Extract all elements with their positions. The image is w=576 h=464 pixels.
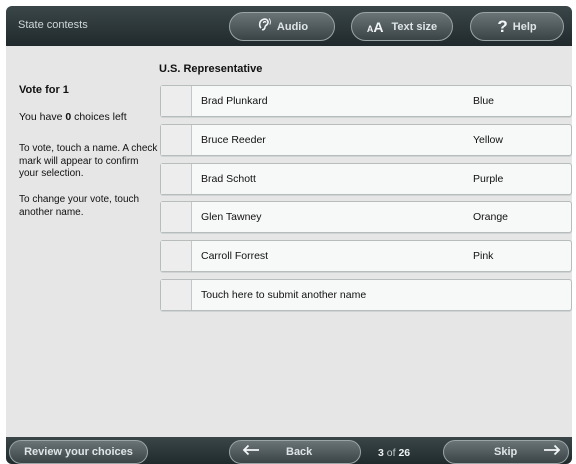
checkbox bbox=[161, 164, 192, 194]
text-size-label: Text size bbox=[391, 20, 438, 33]
question-mark-icon: ? bbox=[497, 16, 508, 36]
text-size-icon: AA bbox=[366, 18, 384, 35]
candidate-name: Brad Plunkard bbox=[201, 95, 268, 107]
help-label: Help bbox=[512, 20, 537, 33]
vote-for-heading: Vote for 1 bbox=[19, 84, 69, 96]
page-indicator: 3 of 26 bbox=[378, 447, 411, 459]
candidate-party: Orange bbox=[473, 211, 509, 223]
write-in-choice[interactable]: Touch here to submit another name bbox=[160, 279, 572, 311]
skip-label: Skip bbox=[494, 446, 518, 458]
review-label: Review your choices bbox=[24, 446, 133, 458]
checkbox bbox=[161, 125, 192, 155]
contest-title: U.S. Representative bbox=[159, 63, 263, 75]
back-label: Back bbox=[286, 446, 313, 458]
checkbox bbox=[161, 241, 192, 271]
checkbox bbox=[161, 86, 192, 116]
top-bar: State contests Audio AA Text size ? Help bbox=[6, 6, 572, 46]
text-size-button[interactable]: AA Text size bbox=[351, 12, 453, 41]
change-vote-instructions: To change your vote, touch another name. bbox=[19, 194, 140, 218]
audio-button[interactable]: Audio bbox=[229, 12, 335, 41]
choices-left-text: You have 0 choices left bbox=[19, 111, 127, 123]
bottom-bar: Review your choices Back 3 of 26 Skip bbox=[6, 437, 572, 464]
candidate-choice[interactable]: Bruce Reeder Yellow bbox=[160, 124, 572, 156]
checkbox bbox=[161, 280, 192, 310]
section-title: State contests bbox=[18, 19, 88, 31]
candidate-choice[interactable]: Glen Tawney Orange bbox=[160, 201, 572, 233]
candidate-party: Purple bbox=[473, 173, 504, 185]
candidate-name: Carroll Forrest bbox=[201, 250, 269, 262]
skip-button[interactable]: Skip bbox=[443, 440, 569, 464]
checkbox bbox=[161, 202, 192, 232]
right-arrow-icon bbox=[543, 443, 561, 461]
review-choices-button[interactable]: Review your choices bbox=[9, 440, 148, 464]
write-in-label: Touch here to submit another name bbox=[201, 289, 367, 301]
vote-instructions: To vote, touch a name. A check mark will… bbox=[19, 143, 158, 179]
ear-icon bbox=[256, 16, 272, 37]
help-button[interactable]: ? Help bbox=[470, 12, 564, 41]
ballot-screen: State contests Audio AA Text size ? Help… bbox=[6, 6, 572, 464]
candidate-party: Yellow bbox=[473, 134, 503, 146]
candidate-choice[interactable]: Brad Schott Purple bbox=[160, 163, 572, 195]
candidate-choice[interactable]: Carroll Forrest Pink bbox=[160, 240, 572, 272]
audio-label: Audio bbox=[276, 20, 309, 33]
back-button[interactable]: Back bbox=[229, 440, 361, 464]
left-arrow-icon bbox=[242, 443, 260, 461]
candidate-party: Pink bbox=[473, 250, 494, 262]
candidate-name: Brad Schott bbox=[201, 173, 256, 185]
candidate-choice[interactable]: Brad Plunkard Blue bbox=[160, 85, 572, 117]
candidate-name: Bruce Reeder bbox=[201, 134, 266, 146]
candidate-name: Glen Tawney bbox=[201, 211, 262, 223]
candidate-party: Blue bbox=[473, 95, 495, 107]
